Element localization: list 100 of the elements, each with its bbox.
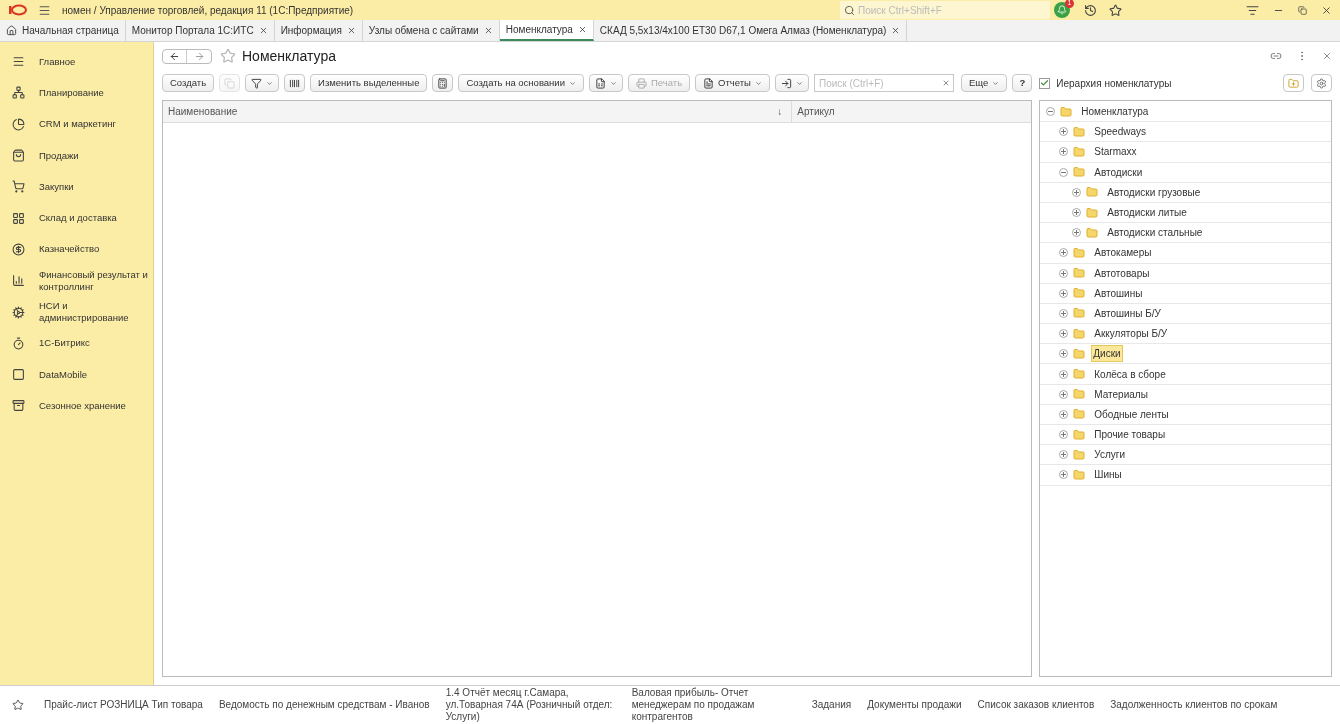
link-icon[interactable]: [1270, 50, 1283, 62]
expand-icon[interactable]: [1059, 409, 1069, 419]
close-icon[interactable]: [483, 26, 493, 35]
expand-icon[interactable]: [1059, 329, 1069, 339]
tab[interactable]: Информация: [274, 20, 363, 41]
expand-icon[interactable]: [1059, 389, 1069, 399]
sidebar-item[interactable]: Казначейство: [0, 233, 153, 266]
sidebar-item[interactable]: Сезонное хранение: [0, 390, 153, 422]
restore-icon[interactable]: [1298, 5, 1307, 15]
tree-item[interactable]: Ободные ленты: [1091, 405, 1172, 423]
close-icon[interactable]: [1322, 51, 1333, 61]
toolbar-dropdown-button[interactable]: [774, 74, 809, 92]
search-field[interactable]: Поиск (Ctrl+F): [813, 74, 954, 92]
tree-item[interactable]: Автодиски: [1091, 163, 1146, 181]
link[interactable]: Задолженность клиентов по срокам: [1110, 699, 1278, 711]
expand-icon[interactable]: [1072, 208, 1082, 218]
hierarchy-checkbox[interactable]: [1039, 77, 1051, 89]
close-icon[interactable]: [891, 26, 901, 35]
menu-icon[interactable]: [38, 3, 51, 17]
tree-item[interactable]: Автошины Б/У: [1091, 304, 1164, 322]
tree-item[interactable]: Прочие товары: [1091, 426, 1169, 444]
sidebar-item[interactable]: CRM и маркетинг: [0, 108, 153, 140]
sidebar-item[interactable]: DataMobile: [0, 358, 153, 391]
favorites-icon[interactable]: [12, 699, 24, 711]
tab[interactable]: Начальная страница: [0, 20, 126, 41]
spreadsheet-icon: [595, 77, 606, 89]
more-button[interactable]: Еще: [960, 74, 1008, 92]
clear-icon[interactable]: [941, 79, 950, 87]
column-header[interactable]: Артикул: [792, 101, 1032, 122]
toolbar-dropdown-button[interactable]: [245, 74, 280, 92]
expand-icon[interactable]: [1059, 369, 1069, 379]
column-header[interactable]: Наименование ↓: [163, 101, 793, 122]
expand-icon[interactable]: [1072, 187, 1082, 197]
link[interactable]: Прайс-лист РОЗНИЦА Тип товара: [44, 699, 203, 711]
expand-icon[interactable]: [1072, 228, 1082, 238]
tree-item[interactable]: Колёса в сборе: [1091, 365, 1169, 383]
tab[interactable]: СКАД 5,5x13/4x100 ET30 D67,1 Омега Алмаз (Номенклатура): [593, 20, 908, 41]
search-field[interactable]: Поиск Ctrl+Shift+F: [840, 1, 1050, 19]
close-icon[interactable]: [258, 26, 268, 35]
link[interactable]: 1.4 Отчёт месяц г.Самара, ул.Товарная 74А (Розничный отдел: Услуги): [445, 687, 616, 723]
settings-button[interactable]: [1311, 74, 1333, 92]
link[interactable]: Документы продажи: [867, 699, 962, 711]
link[interactable]: Валовая прибыль- Отчет менеджерам по продажам контрагентов: [631, 687, 796, 723]
tree-item[interactable]: Автокамеры: [1091, 244, 1155, 262]
tree-item[interactable]: Диски: [1091, 345, 1123, 363]
help-button[interactable]: ?: [1012, 74, 1033, 92]
sidebar-item[interactable]: Склад и доставка: [0, 202, 153, 234]
tree-item[interactable]: Автошины: [1091, 284, 1146, 302]
close-icon[interactable]: [577, 25, 587, 34]
expand-icon[interactable]: [1059, 308, 1069, 318]
folder-icon: [1073, 388, 1086, 401]
tree-item[interactable]: Speedways: [1091, 123, 1149, 141]
tree-item[interactable]: Автодиски грузовые: [1104, 183, 1204, 201]
link[interactable]: Список заказов клиентов: [977, 699, 1095, 711]
coin-icon: [12, 242, 25, 256]
history-icon[interactable]: [1084, 3, 1097, 17]
toolbar-dropdown-button[interactable]: [589, 74, 623, 92]
tree-item[interactable]: Услуги: [1091, 446, 1129, 464]
window-title: номен / Управление торговлей, редакция 11 (1С:Предприятие): [62, 3, 354, 18]
tree-item[interactable]: Автодиски литые: [1104, 204, 1190, 222]
tab[interactable]: Узлы обмена с сайтами: [362, 20, 500, 41]
expand-icon[interactable]: [1059, 268, 1069, 278]
expand-icon[interactable]: [1059, 450, 1069, 460]
sidebar-item[interactable]: Закупки: [0, 171, 153, 203]
favorites-icon[interactable]: [1109, 3, 1122, 17]
tree-item[interactable]: Материалы: [1091, 385, 1151, 403]
tree-item[interactable]: Аккуляторы Б/У: [1091, 325, 1171, 343]
tree-item[interactable]: Автодиски стальные: [1104, 224, 1206, 242]
link[interactable]: Ведомость по денежным средствам - Иванов: [218, 699, 430, 711]
favorite-star-icon[interactable]: [220, 48, 236, 64]
toolbar-button[interactable]: Создать: [162, 74, 215, 92]
toolbar-icon-button[interactable]: [284, 74, 306, 92]
sidebar-item[interactable]: НСИ и администрирование: [0, 296, 153, 328]
tree-item[interactable]: Автотовары: [1091, 264, 1153, 282]
sidebar-item[interactable]: 1С-Битрикс: [0, 327, 153, 359]
close-icon[interactable]: [346, 26, 356, 35]
sidebar-item[interactable]: Главное: [0, 46, 153, 78]
tree-item[interactable]: Starmaxx: [1091, 143, 1140, 161]
expand-icon[interactable]: [1059, 349, 1069, 359]
tree-item[interactable]: Номенклатура: [1078, 103, 1152, 121]
expand-icon[interactable]: [1059, 248, 1069, 258]
close-icon[interactable]: [1321, 4, 1332, 16]
link[interactable]: Задания: [811, 699, 852, 711]
sidebar-item[interactable]: Планирование: [0, 77, 153, 109]
settings-menu-icon[interactable]: [1246, 3, 1259, 17]
form-title: Номенклатура: [242, 46, 336, 66]
expand-icon[interactable]: [1059, 147, 1069, 157]
tab[interactable]: Номенклатура: [499, 20, 594, 41]
sidebar-item[interactable]: Продажи: [0, 139, 153, 172]
dropdown-button[interactable]: Создать на основании: [458, 74, 584, 92]
expand-icon[interactable]: [1059, 127, 1069, 137]
sidebar-item[interactable]: Финансовый результат и контроллинг: [0, 265, 153, 297]
expand-icon[interactable]: [1059, 430, 1069, 440]
toolbar-button[interactable]: Изменить выделенные: [310, 74, 428, 92]
tree-item[interactable]: Шины: [1091, 466, 1125, 484]
expand-icon[interactable]: [1059, 288, 1069, 298]
tab[interactable]: Монитор Портала 1С:ИТС: [125, 20, 275, 41]
dropdown-button[interactable]: Отчеты: [695, 74, 770, 92]
expand-icon[interactable]: [1059, 470, 1069, 480]
toolbar-icon-button[interactable]: [432, 74, 454, 92]
